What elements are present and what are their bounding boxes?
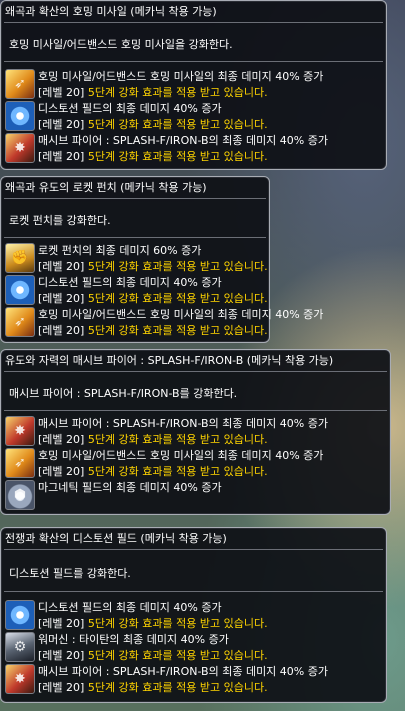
distortion-field-icon [5, 600, 35, 630]
homing-missile-icon: ➶ [5, 307, 35, 337]
effect-status: [레벨 20] 5단계 강화 효과를 적용 받고 있습니다. [38, 617, 268, 630]
effect-status: [레벨 20] 5단계 강화 효과를 적용 받고 있습니다. [38, 433, 268, 446]
tooltip-description: 호밍 미사일/어드밴스드 호밍 미사일을 강화한다. [9, 38, 233, 51]
tooltip-description: 디스토션 필드를 강화한다. [9, 567, 131, 580]
effect-row: ➶ 호밍 미사일/어드밴스드 호밍 미사일의 최종 데미지 40% 증가 [레벨… [5, 307, 323, 339]
tooltip-divider [4, 591, 383, 592]
effect-status: [레벨 20] 5단계 강화 효과를 적용 받고 있습니다. [38, 86, 268, 99]
tooltip-divider [4, 237, 266, 238]
effect-status: [레벨 20] 5단계 강화 효과를 적용 받고 있습니다. [38, 292, 268, 305]
effect-row: ⚙ 워머신 : 타이탄의 최종 데미지 40% 증가 [레벨 20] 5단계 강… [5, 632, 380, 664]
massive-fire-icon: ✸ [5, 416, 35, 446]
effect-row: 디스토션 필드의 최종 데미지 40% 증가 [레벨 20] 5단계 강화 효과… [5, 101, 380, 133]
warmachine-titan-icon: ⚙ [5, 632, 35, 662]
skill-tooltip-homing-missile: 왜곡과 확산의 호밍 미사일 (메카닉 착용 가능) 호밍 미사일/어드밴스드 … [0, 0, 387, 170]
effect-text: 매시브 파이어 : SPLASH-F/IRON-B의 최종 데미지 40% 증가 [38, 665, 328, 678]
tooltip-description: 매시브 파이어 : SPLASH-F/IRON-B를 강화한다. [9, 387, 238, 400]
effect-status: [레벨 20] 5단계 강화 효과를 적용 받고 있습니다. [38, 324, 268, 337]
effect-text: 매시브 파이어 : SPLASH-F/IRON-B의 최종 데미지 40% 증가 [38, 417, 328, 430]
tooltip-divider [4, 549, 383, 550]
effect-text: 매시브 파이어 : SPLASH-F/IRON-B의 최종 데미지 40% 증가 [38, 134, 328, 147]
tooltip-divider [4, 371, 387, 372]
tooltip-divider [4, 22, 383, 23]
tooltip-title: 유도와 자력의 매시브 파이어 : SPLASH-F/IRON-B (메카닉 착… [5, 354, 334, 367]
effect-text: 디스토션 필드의 최종 데미지 40% 증가 [38, 102, 222, 115]
magnetic-field-icon: ⬢ [5, 480, 35, 510]
tooltip-divider [4, 198, 266, 199]
effect-row: ⬢ 마그네틱 필드의 최종 데미지 40% 증가 [5, 480, 384, 512]
effect-status: [레벨 20] 5단계 강화 효과를 적용 받고 있습니다. [38, 681, 268, 694]
tooltip-divider [4, 61, 383, 62]
homing-missile-icon: ➶ [5, 69, 35, 99]
skill-tooltip-rocket-punch: 왜곡과 유도의 로켓 펀치 (메카닉 착용 가능) 로켓 펀치를 강화한다. ✊… [0, 176, 323, 343]
effect-row: ➶ 호밍 미사일/어드밴스드 호밍 미사일의 최종 데미지 40% 증가 [레벨… [5, 448, 384, 480]
rocket-punch-icon: ✊ [5, 243, 35, 273]
tooltip-description: 로켓 펀치를 강화한다. [9, 214, 111, 227]
effect-text: 호밍 미사일/어드밴스드 호밍 미사일의 최종 데미지 40% 증가 [38, 449, 324, 462]
effect-status: [레벨 20] 5단계 강화 효과를 적용 받고 있습니다. [38, 260, 268, 273]
skill-tooltip-distortion-field: 전쟁과 확산의 디스토션 필드 (메카닉 착용 가능) 디스토션 필드를 강화한… [0, 527, 387, 703]
effect-status: [레벨 20] 5단계 강화 효과를 적용 받고 있습니다. [38, 150, 268, 163]
effect-row: ➶ 호밍 미사일/어드밴스드 호밍 미사일의 최종 데미지 40% 증가 [레벨… [5, 69, 380, 101]
tooltip-title: 왜곡과 확산의 호밍 미사일 (메카닉 착용 가능) [5, 5, 217, 18]
homing-missile-icon: ➶ [5, 448, 35, 478]
effect-text: 마그네틱 필드의 최종 데미지 40% 증가 [38, 481, 222, 494]
tooltip-title: 전쟁과 확산의 디스토션 필드 (메카닉 착용 가능) [5, 532, 227, 545]
effect-text: 워머신 : 타이탄의 최종 데미지 40% 증가 [38, 633, 229, 646]
effect-text: 호밍 미사일/어드밴스드 호밍 미사일의 최종 데미지 40% 증가 [38, 308, 324, 321]
effect-row: ✊ 로켓 펀치의 최종 데미지 60% 증가 [레벨 20] 5단계 강화 효과… [5, 243, 268, 275]
effect-row: ✸ 매시브 파이어 : SPLASH-F/IRON-B의 최종 데미지 40% … [5, 416, 384, 448]
effect-status: [레벨 20] 5단계 강화 효과를 적용 받고 있습니다. [38, 465, 268, 478]
effect-text: 로켓 펀치의 최종 데미지 60% 증가 [38, 244, 202, 257]
distortion-field-icon [5, 101, 35, 131]
effect-status: [레벨 20] 5단계 강화 효과를 적용 받고 있습니다. [38, 118, 268, 131]
effect-row: ✸ 매시브 파이어 : SPLASH-F/IRON-B의 최종 데미지 40% … [5, 133, 380, 165]
massive-fire-icon: ✸ [5, 664, 35, 694]
skill-tooltip-massive-fire: 유도와 자력의 매시브 파이어 : SPLASH-F/IRON-B (메카닉 착… [0, 349, 391, 515]
tooltip-divider [4, 410, 387, 411]
effect-row: 디스토션 필드의 최종 데미지 40% 증가 [레벨 20] 5단계 강화 효과… [5, 600, 380, 632]
effect-row: 디스토션 필드의 최종 데미지 40% 증가 [레벨 20] 5단계 강화 효과… [5, 275, 268, 307]
massive-fire-icon: ✸ [5, 133, 35, 163]
distortion-field-icon [5, 275, 35, 305]
tooltip-title: 왜곡과 유도의 로켓 펀치 (메카닉 착용 가능) [5, 181, 207, 194]
effect-text: 디스토션 필드의 최종 데미지 40% 증가 [38, 276, 222, 289]
effect-status: [레벨 20] 5단계 강화 효과를 적용 받고 있습니다. [38, 649, 268, 662]
effect-row: ✸ 매시브 파이어 : SPLASH-F/IRON-B의 최종 데미지 40% … [5, 664, 380, 696]
effect-text: 디스토션 필드의 최종 데미지 40% 증가 [38, 601, 222, 614]
effect-text: 호밍 미사일/어드밴스드 호밍 미사일의 최종 데미지 40% 증가 [38, 70, 324, 83]
